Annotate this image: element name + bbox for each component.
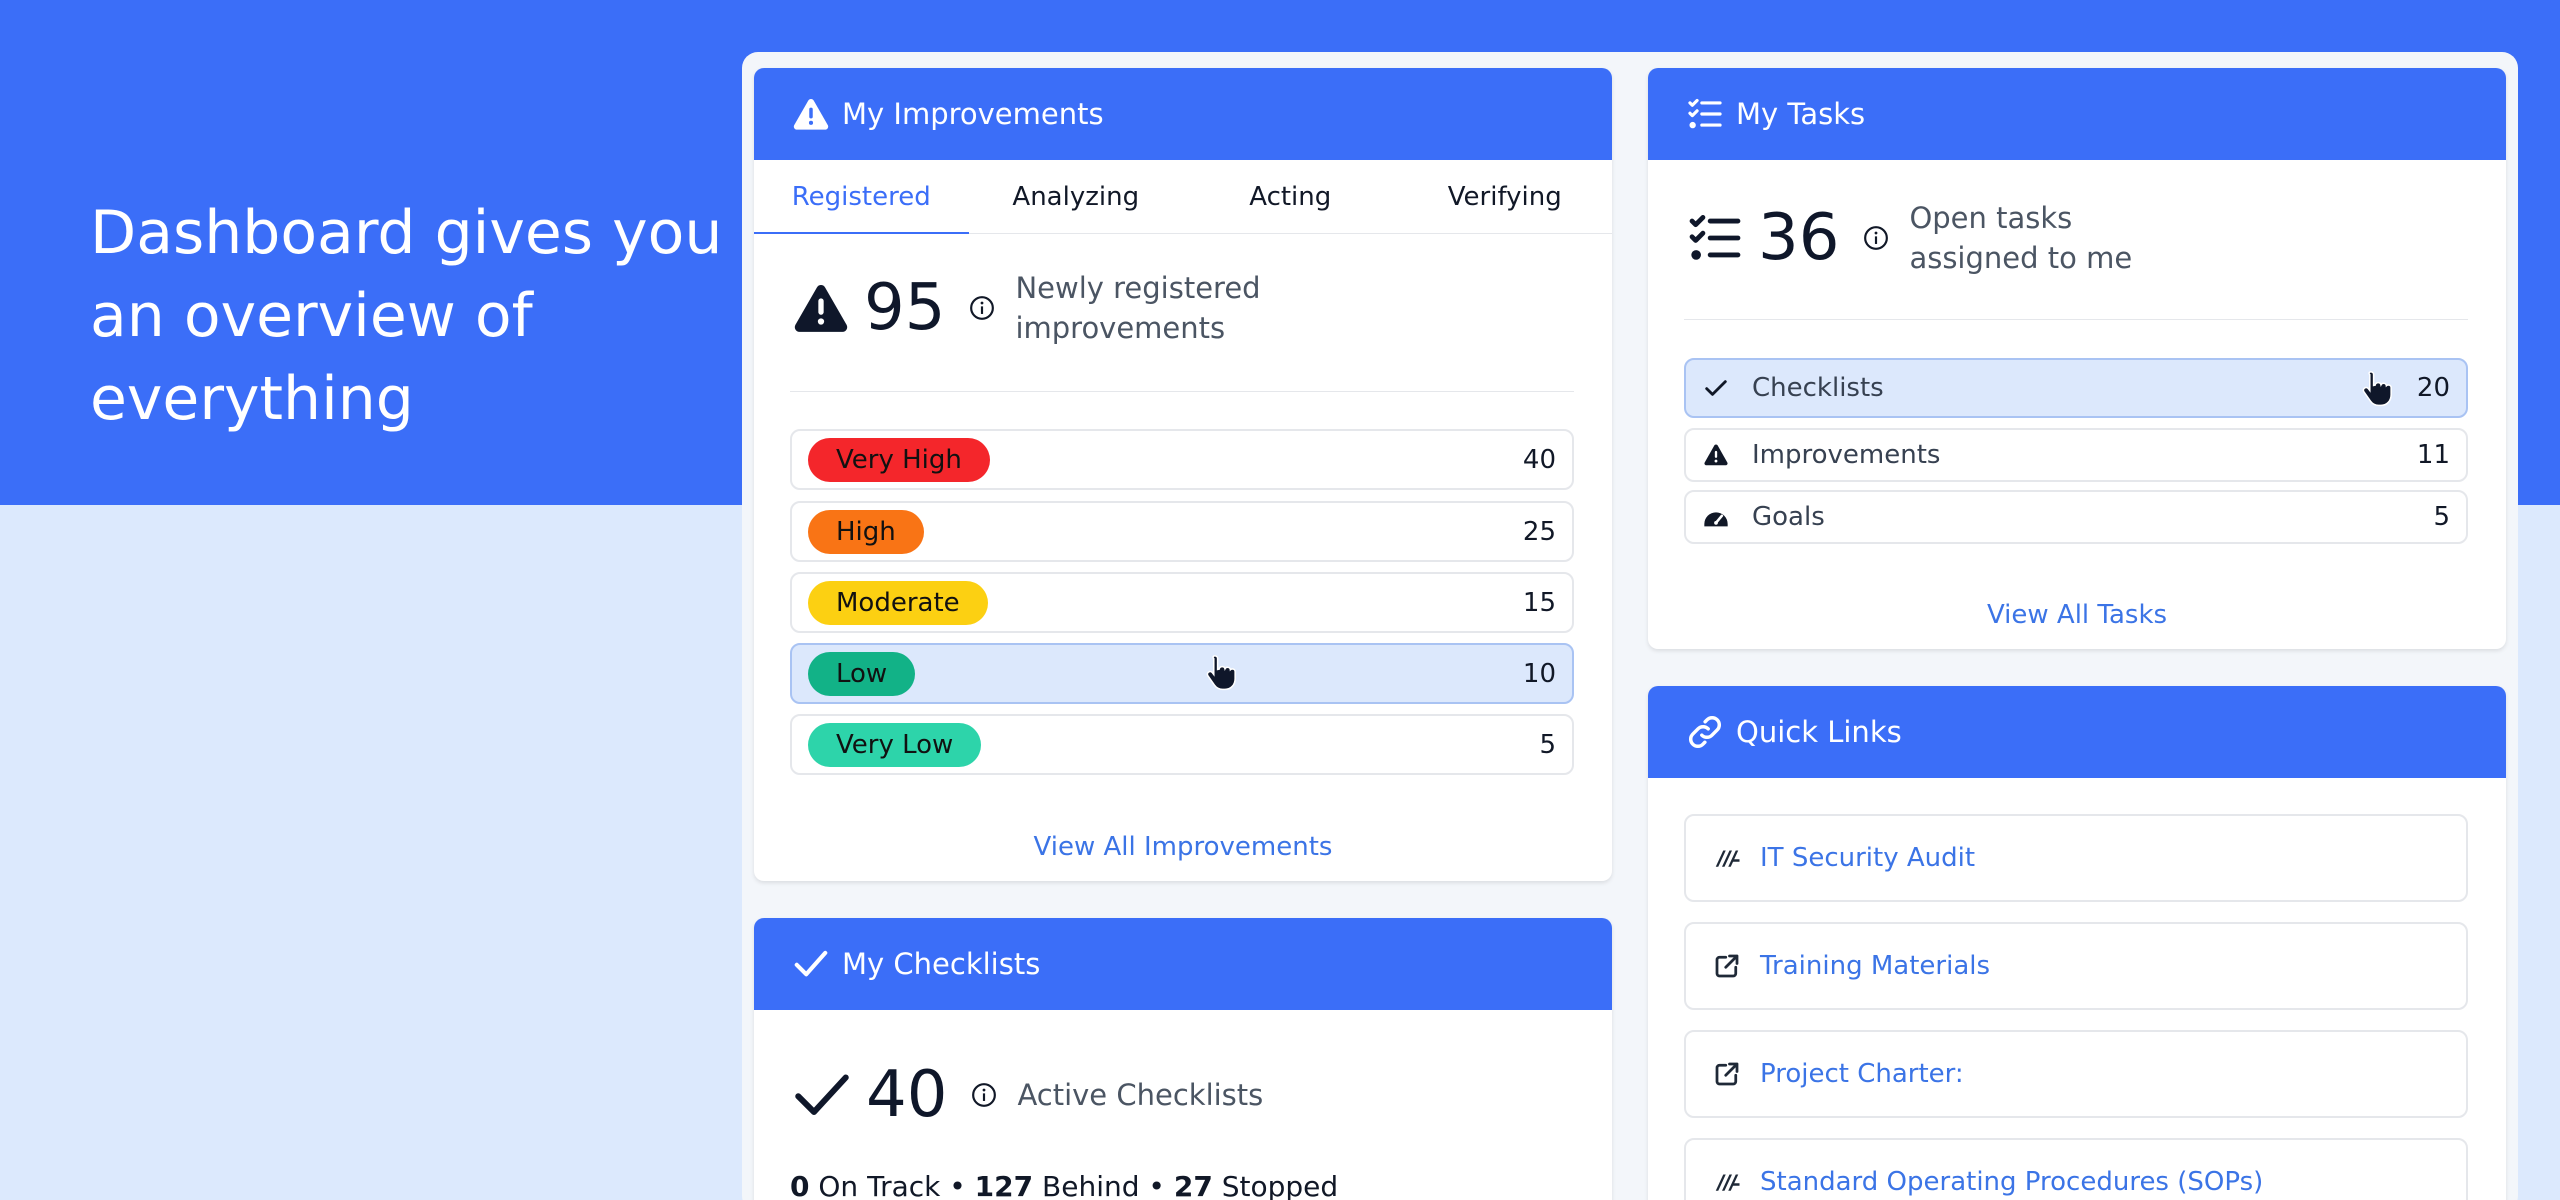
external-link-icon bbox=[1712, 1059, 1742, 1089]
priority-count: 10 bbox=[1522, 658, 1556, 689]
behind-count: 127 bbox=[974, 1170, 1034, 1200]
check-icon bbox=[792, 1065, 852, 1125]
improvements-stat: 95 Newly registered improvements bbox=[792, 268, 1295, 348]
priority-count: 25 bbox=[1522, 516, 1556, 547]
external-link-icon bbox=[1712, 951, 1742, 981]
tasks-count-label: Open tasks assigned to me bbox=[1909, 201, 2133, 275]
checklists-count-label: Active Checklists bbox=[1017, 1078, 1264, 1112]
tasks-card-header: My Tasks bbox=[1648, 68, 2506, 160]
warning-icon bbox=[792, 279, 850, 337]
check-icon bbox=[792, 945, 830, 983]
priority-badge: Very High bbox=[808, 437, 990, 482]
tasks-card: My Tasks 36 Open tasks assigned to me Ch… bbox=[1648, 68, 2506, 649]
task-count: 20 bbox=[2416, 373, 2450, 403]
quick-link-label: Project Charter: bbox=[1760, 1059, 1964, 1089]
priority-row-high[interactable]: High 25 bbox=[790, 501, 1574, 562]
warning-icon bbox=[1702, 441, 1730, 469]
improvements-count: 95 bbox=[864, 271, 946, 345]
priority-badge: Moderate bbox=[808, 580, 988, 625]
improvements-card: My Improvements Registered Analyzing Act… bbox=[754, 68, 1612, 881]
priority-badge: Low bbox=[808, 651, 916, 696]
quick-links-card: Quick Links IT Security Audit Training M… bbox=[1648, 686, 2506, 1200]
gauge-icon bbox=[1702, 503, 1730, 531]
on-track-count: 0 bbox=[790, 1170, 810, 1200]
task-count: 11 bbox=[2416, 440, 2450, 470]
priority-row-very-low[interactable]: Very Low 5 bbox=[790, 714, 1574, 775]
quick-link-sops[interactable]: Standard Operating Procedures (SOPs) bbox=[1684, 1138, 2468, 1200]
checklists-card-header: My Checklists bbox=[754, 918, 1612, 1010]
quick-link-label: Standard Operating Procedures (SOPs) bbox=[1760, 1167, 2264, 1197]
task-label: Goals bbox=[1752, 502, 1825, 532]
improvements-card-header: My Improvements bbox=[754, 68, 1612, 160]
checklists-status-summary: 0 On Track • 127 Behind • 27 Stopped bbox=[790, 1170, 1338, 1200]
check-icon bbox=[1702, 374, 1730, 402]
view-all-improvements-link[interactable]: View All Improvements bbox=[754, 832, 1612, 862]
priority-row-moderate[interactable]: Moderate 15 bbox=[790, 572, 1574, 633]
priority-count: 15 bbox=[1522, 587, 1556, 618]
improvements-title: My Improvements bbox=[842, 97, 1104, 131]
checklists-count: 40 bbox=[866, 1058, 948, 1132]
quick-links-title: Quick Links bbox=[1736, 715, 1902, 749]
priority-badge: High bbox=[808, 509, 924, 554]
checklists-card: My Checklists 40 Active Checklists 0 On … bbox=[754, 918, 1612, 1200]
improvements-tabs: Registered Analyzing Acting Verifying bbox=[754, 160, 1612, 234]
task-list-icon bbox=[1686, 95, 1724, 133]
task-count: 5 bbox=[2433, 502, 2450, 532]
task-row-checklists[interactable]: Checklists 20 bbox=[1684, 358, 2468, 418]
tab-registered[interactable]: Registered bbox=[754, 160, 969, 234]
pointer-cursor-icon bbox=[2358, 368, 2396, 408]
checklists-title: My Checklists bbox=[842, 947, 1041, 981]
stopped-count: 27 bbox=[1173, 1170, 1213, 1200]
task-label: Improvements bbox=[1752, 440, 1941, 470]
quick-links-card-header: Quick Links bbox=[1648, 686, 2506, 778]
task-row-goals[interactable]: Goals 5 bbox=[1684, 490, 2468, 544]
priority-count: 5 bbox=[1539, 729, 1556, 760]
priority-row-very-high[interactable]: Very High 40 bbox=[790, 429, 1574, 490]
divider bbox=[1684, 319, 2468, 320]
on-track-label: On Track bbox=[818, 1170, 941, 1200]
behind-label: Behind bbox=[1042, 1170, 1140, 1200]
priority-count: 40 bbox=[1522, 444, 1556, 475]
hero-headline: Dashboard gives you an overview of every… bbox=[90, 198, 723, 434]
quick-link-it-security-audit[interactable]: IT Security Audit bbox=[1684, 814, 2468, 902]
link-icon bbox=[1686, 713, 1724, 751]
app-logo-icon bbox=[1712, 843, 1742, 873]
priority-badge: Very Low bbox=[808, 722, 982, 767]
quick-link-label: Training Materials bbox=[1760, 951, 1991, 981]
quick-link-label: IT Security Audit bbox=[1760, 843, 1976, 873]
info-icon[interactable] bbox=[969, 295, 995, 321]
info-icon[interactable] bbox=[1863, 225, 1889, 251]
checklists-stat: 40 Active Checklists bbox=[792, 1058, 1263, 1132]
tab-acting[interactable]: Acting bbox=[1183, 160, 1398, 233]
tab-analyzing[interactable]: Analyzing bbox=[969, 160, 1184, 233]
pointer-cursor-icon bbox=[1202, 652, 1240, 692]
quick-link-project-charter[interactable]: Project Charter: bbox=[1684, 1030, 2468, 1118]
app-logo-icon bbox=[1712, 1167, 1742, 1197]
tasks-count: 36 bbox=[1758, 201, 1840, 275]
warning-icon bbox=[792, 95, 830, 133]
task-row-improvements[interactable]: Improvements 11 bbox=[1684, 428, 2468, 482]
priority-row-low[interactable]: Low 10 bbox=[790, 643, 1574, 704]
improvements-count-label: Newly registered improvements bbox=[1015, 271, 1261, 345]
tasks-stat: 36 Open tasks assigned to me bbox=[1686, 198, 2169, 278]
stopped-label: Stopped bbox=[1221, 1170, 1339, 1200]
view-all-tasks-link[interactable]: View All Tasks bbox=[1648, 600, 2506, 630]
tab-verifying[interactable]: Verifying bbox=[1398, 160, 1613, 233]
info-icon[interactable] bbox=[971, 1082, 997, 1108]
quick-link-training-materials[interactable]: Training Materials bbox=[1684, 922, 2468, 1010]
task-label: Checklists bbox=[1752, 373, 1884, 403]
divider bbox=[790, 391, 1574, 392]
tasks-title: My Tasks bbox=[1736, 97, 1866, 131]
task-list-icon bbox=[1686, 209, 1744, 267]
